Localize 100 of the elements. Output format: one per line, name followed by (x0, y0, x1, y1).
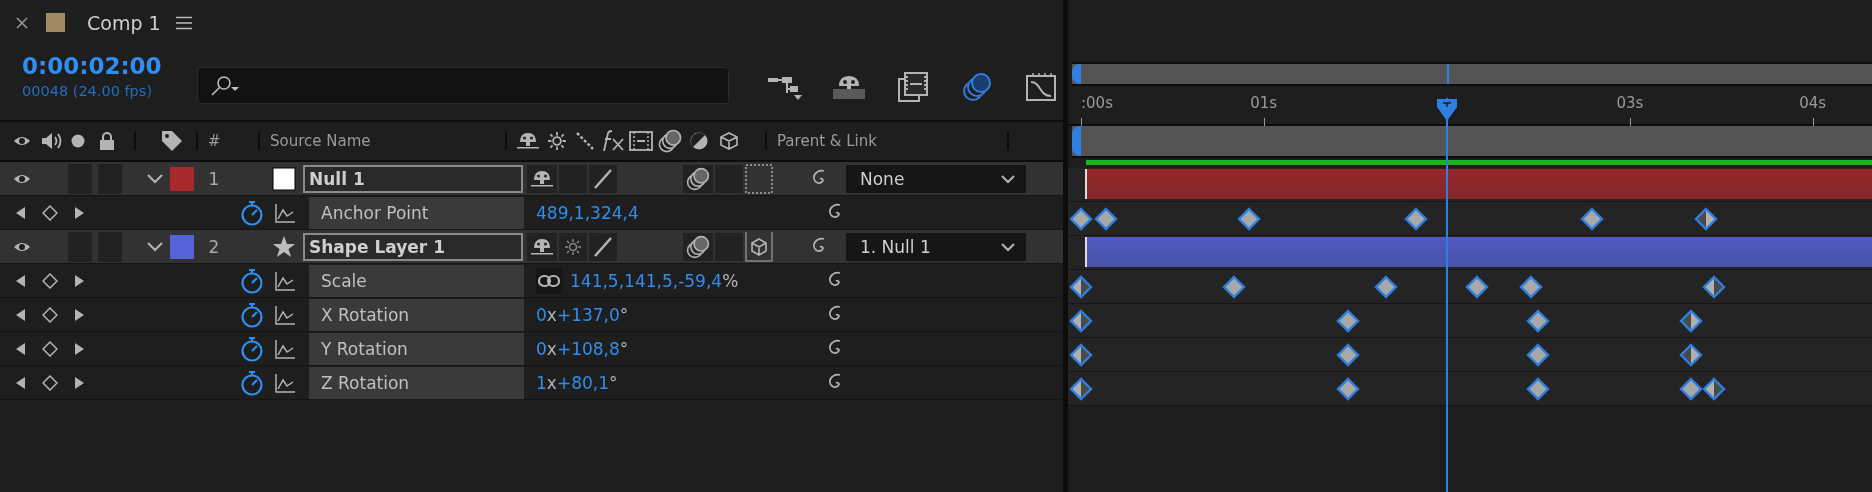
previous-keyframe-icon[interactable] (14, 341, 26, 356)
close-icon[interactable] (16, 16, 28, 29)
keyframe-toggle-icon[interactable] (42, 340, 58, 357)
keyframe-icon[interactable] (1519, 275, 1544, 299)
stopwatch-icon[interactable] (240, 267, 264, 294)
keyframe-icon[interactable] (1701, 275, 1726, 299)
property-value[interactable]: 141,5,141,5,-59,4% (570, 270, 739, 291)
previous-keyframe-icon[interactable] (14, 307, 26, 322)
column-header[interactable]: # (208, 132, 258, 150)
keyframe-icon[interactable] (1526, 309, 1551, 333)
keyframe-icon[interactable] (1335, 377, 1360, 401)
link-icon[interactable] (536, 267, 562, 294)
keyframe-icon[interactable] (1693, 207, 1718, 231)
solo-switch[interactable] (68, 163, 92, 194)
lock-icon[interactable] (98, 131, 116, 151)
stopwatch-icon[interactable] (240, 199, 264, 226)
motion-blur-switch-icon[interactable] (685, 166, 711, 191)
keyframe-icon[interactable] (1526, 343, 1551, 367)
keyframe-icon[interactable] (1069, 343, 1093, 367)
graph-icon[interactable] (274, 372, 296, 393)
solo-dot-icon[interactable] (70, 133, 86, 149)
quality-slash-icon[interactable] (592, 235, 614, 258)
previous-keyframe-icon[interactable] (14, 273, 26, 288)
stopwatch-icon[interactable] (240, 335, 264, 362)
shy-switch-icon[interactable] (515, 130, 541, 152)
graph-icon[interactable] (274, 270, 296, 291)
stopwatch-icon[interactable] (240, 369, 264, 396)
menu-icon[interactable] (174, 15, 193, 30)
next-keyframe-icon[interactable] (74, 341, 86, 356)
keyframe-icon[interactable] (1404, 207, 1429, 231)
chevron-icon[interactable] (146, 172, 164, 185)
next-keyframe-icon[interactable] (74, 375, 86, 390)
time-navigator-bar[interactable] (1072, 62, 1872, 86)
keyframe-icon[interactable] (1335, 309, 1360, 333)
previous-keyframe-icon[interactable] (14, 375, 26, 390)
keyframe-icon[interactable] (1701, 377, 1726, 401)
property-value[interactable]: 0x+108,8° (536, 338, 629, 359)
collapse-switch[interactable] (559, 232, 587, 261)
tag-icon[interactable] (160, 129, 184, 153)
keyframe-icon[interactable] (1069, 207, 1093, 231)
keyframe-icon[interactable] (1236, 207, 1261, 231)
graph-icon[interactable] (274, 304, 296, 325)
next-keyframe-icon[interactable] (74, 273, 86, 288)
sun-icon[interactable] (547, 131, 567, 151)
property-value[interactable]: 489,1,324,4 (536, 202, 639, 223)
keyframe-icon[interactable] (1678, 377, 1703, 401)
stopwatch-icon[interactable] (240, 301, 264, 328)
keyframe-icon[interactable] (1069, 309, 1093, 333)
time-ruler-label: 01s (1250, 94, 1278, 112)
keyframe-icon[interactable] (1580, 207, 1604, 231)
film-strip-icon[interactable] (629, 130, 653, 152)
keyframe-toggle-icon[interactable] (42, 204, 58, 221)
composition-tab-title[interactable]: Comp 1 (87, 11, 161, 34)
motion-blur-icon[interactable] (657, 128, 683, 154)
speaker-icon[interactable] (40, 131, 62, 151)
null-layer-icon (272, 166, 296, 191)
layer-name[interactable]: Shape Layer 1 (303, 232, 523, 261)
cube-icon[interactable] (719, 131, 739, 151)
graph-icon[interactable] (274, 202, 296, 223)
solo-switch[interactable] (68, 231, 92, 262)
next-keyframe-icon[interactable] (74, 307, 86, 322)
current-timecode[interactable]: 0:00:02:00 (22, 51, 162, 81)
keyframe-icon[interactable] (1678, 343, 1703, 367)
parent-dropdown[interactable]: None (846, 164, 1026, 193)
label-color-swatch[interactable] (170, 166, 194, 191)
adjustment-icon[interactable] (689, 131, 709, 151)
empty-3d-switch[interactable] (745, 163, 773, 194)
graph-icon[interactable] (274, 338, 296, 359)
keyframe-toggle-icon[interactable] (42, 306, 58, 323)
playhead-handle[interactable] (1436, 98, 1459, 122)
keyframe-icon[interactable] (1678, 309, 1703, 333)
search-field[interactable] (197, 67, 729, 104)
next-keyframe-icon[interactable] (74, 205, 86, 220)
keyframe-icon[interactable] (1221, 275, 1246, 299)
property-value[interactable]: 0x+137,0° (536, 304, 629, 325)
keyframe-toggle-icon[interactable] (42, 272, 58, 289)
column-header[interactable]: Parent & Link (777, 132, 1007, 150)
chevron-icon[interactable] (146, 240, 164, 253)
property-value[interactable]: 1x+80,1° (536, 372, 618, 393)
keyframe-icon[interactable] (1069, 377, 1093, 401)
lock-switch[interactable] (98, 163, 122, 194)
keyframe-icon[interactable] (1374, 275, 1399, 299)
dotted-slash-icon[interactable] (575, 131, 595, 151)
previous-keyframe-icon[interactable] (14, 205, 26, 220)
layer-name[interactable]: Null 1 (303, 164, 523, 193)
lock-switch[interactable] (98, 231, 122, 262)
parent-dropdown[interactable]: 1. Null 1 (846, 232, 1026, 261)
effects-icon[interactable] (601, 130, 625, 152)
cube-icon[interactable] (745, 231, 773, 262)
keyframe-icon[interactable] (1069, 275, 1093, 299)
keyframe-icon[interactable] (1093, 207, 1118, 231)
keyframe-icon[interactable] (1465, 275, 1490, 299)
keyframe-icon[interactable] (1335, 343, 1360, 367)
quality-slash-icon[interactable] (592, 167, 614, 190)
label-color-swatch[interactable] (170, 234, 194, 259)
keyframe-icon[interactable] (1526, 377, 1551, 401)
keyframe-toggle-icon[interactable] (42, 374, 58, 391)
column-header[interactable]: Source Name (270, 132, 505, 150)
motion-blur-switch-icon[interactable] (685, 234, 711, 259)
work-area-bar[interactable] (1072, 126, 1872, 158)
